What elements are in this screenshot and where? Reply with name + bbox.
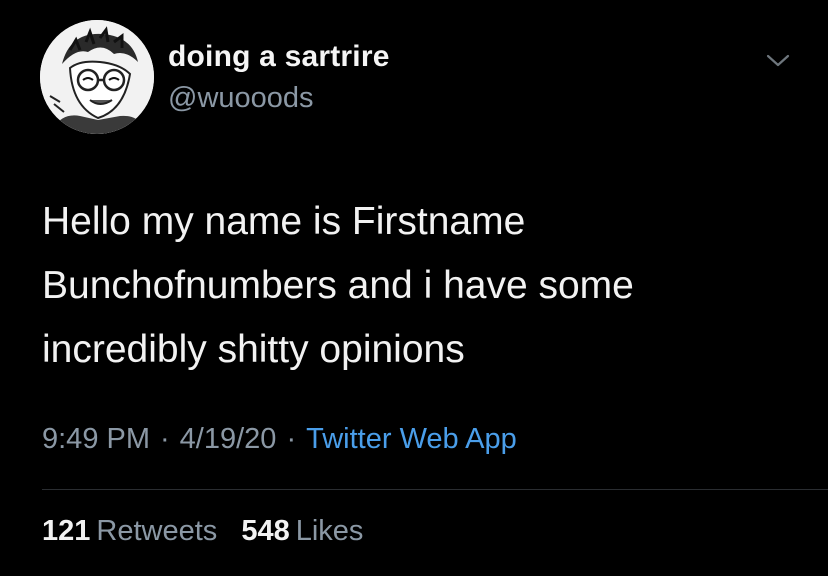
likes-label: Likes	[295, 515, 364, 547]
tweet-text-line: incredibly shitty opinions	[42, 328, 465, 371]
retweets-stat[interactable]: 121 Retweets	[42, 515, 217, 548]
tweet-metadata: 9:49 PM · 4/19/20 · Twitter Web App	[42, 423, 517, 456]
likes-stat[interactable]: 548 Likes	[241, 515, 363, 548]
retweets-count: 121	[42, 515, 91, 547]
avatar-illustration-icon	[40, 20, 154, 134]
tweet-stats: 121 Retweets 548 Likes	[42, 515, 363, 548]
tweet-date[interactable]: 4/19/20	[180, 423, 277, 455]
avatar[interactable]	[40, 20, 154, 134]
tweet-text-line: Bunchofnumbers and i have some	[42, 264, 634, 307]
tweet-source-link[interactable]: Twitter Web App	[306, 423, 517, 455]
user-handle[interactable]: @wuooods	[168, 82, 314, 115]
separator-dot: ·	[160, 423, 170, 455]
chevron-down-icon[interactable]	[760, 46, 796, 74]
tweet-time[interactable]: 9:49 PM	[42, 423, 150, 455]
tweet-text-line: Hello my name is Firstname	[42, 200, 526, 243]
tweet-card: doing a sartrire @wuooods Hello my name …	[0, 0, 828, 576]
display-name[interactable]: doing a sartrire	[168, 40, 390, 74]
tweet-text: Hello my name is Firstname Bunchofnumber…	[42, 190, 782, 382]
likes-count: 548	[241, 515, 290, 547]
retweets-label: Retweets	[96, 515, 218, 547]
divider	[42, 489, 828, 490]
separator-dot: ·	[286, 423, 297, 455]
